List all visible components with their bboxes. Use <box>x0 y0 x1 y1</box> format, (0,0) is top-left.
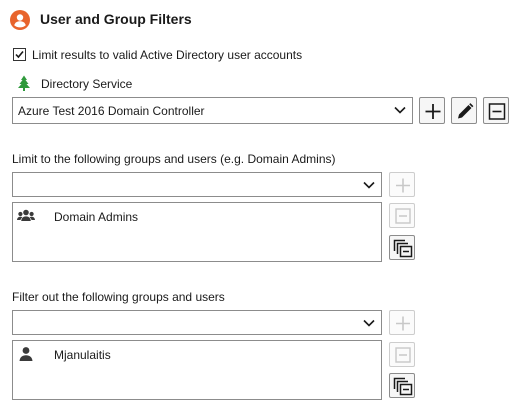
plus-icon <box>396 178 410 193</box>
group-icon <box>17 209 35 221</box>
exclude-section-label: Filter out the following groups and user… <box>12 290 225 304</box>
directory-service-label: Directory Service <box>41 77 133 91</box>
include-list[interactable]: Domain Admins <box>12 202 382 262</box>
include-remove-button[interactable] <box>389 203 415 228</box>
user-circle-icon <box>10 10 30 30</box>
chevron-down-icon <box>363 181 375 189</box>
plus-icon <box>396 316 410 331</box>
list-item-label: Domain Admins <box>54 210 139 224</box>
exclude-add-button[interactable] <box>389 310 415 335</box>
add-directory-service-button[interactable] <box>419 97 445 124</box>
exclude-remove-all-button[interactable] <box>389 373 415 398</box>
limit-valid-accounts-checkbox[interactable] <box>13 48 26 61</box>
list-item-label: Mjanulaitis <box>54 348 111 362</box>
tree-icon <box>16 75 32 91</box>
include-group-select[interactable] <box>12 172 382 197</box>
include-section-label: Limit to the following groups and users … <box>12 152 336 166</box>
page-title: User and Group Filters <box>40 11 192 27</box>
include-add-button[interactable] <box>389 172 415 197</box>
user-icon <box>19 347 33 361</box>
chevron-down-icon <box>363 319 375 327</box>
chevron-down-icon <box>394 106 406 114</box>
remove-directory-service-button[interactable] <box>483 97 509 124</box>
exclude-group-select[interactable] <box>12 310 382 335</box>
list-item[interactable]: Domain Admins <box>13 203 381 229</box>
plus-icon <box>425 104 441 119</box>
list-item[interactable]: Mjanulaitis <box>13 341 381 367</box>
edit-directory-service-button[interactable] <box>451 97 477 124</box>
pencil-icon <box>458 103 474 119</box>
minus-box-icon <box>488 103 506 120</box>
directory-service-select[interactable]: Azure Test 2016 Domain Controller <box>12 97 413 124</box>
exclude-list[interactable]: Mjanulaitis <box>12 340 382 400</box>
limit-valid-accounts-label[interactable]: Limit results to valid Active Directory … <box>32 48 302 62</box>
remove-all-icon <box>393 239 413 258</box>
minus-box-icon <box>395 347 411 363</box>
exclude-remove-button[interactable] <box>389 342 415 367</box>
remove-all-icon <box>393 377 413 396</box>
directory-service-value: Azure Test 2016 Domain Controller <box>18 104 205 118</box>
include-remove-all-button[interactable] <box>389 235 415 260</box>
checkmark-icon <box>15 50 24 59</box>
minus-box-icon <box>395 208 411 224</box>
